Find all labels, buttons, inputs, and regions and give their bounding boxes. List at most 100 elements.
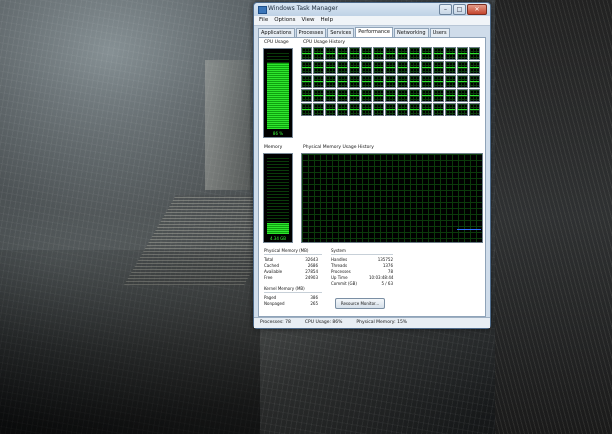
memory-history-line	[457, 229, 481, 230]
cpu-core-history-graph	[469, 75, 480, 88]
close-button[interactable]: ✕	[467, 4, 487, 15]
resource-monitor-button[interactable]: Resource Monitor...	[335, 298, 385, 309]
status-processes: Processes: 78	[260, 320, 291, 325]
cpu-core-history-graph	[337, 89, 348, 102]
cpu-core-history-graph	[397, 89, 408, 102]
stat-label: Free	[264, 275, 273, 280]
cpu-core-history-graph	[325, 47, 336, 60]
cpu-core-history-graph	[385, 47, 396, 60]
memory-meter: 4.34 GB	[263, 153, 293, 243]
status-physical-memory: Physical Memory: 15%	[356, 320, 408, 325]
cpu-core-history-graph	[409, 75, 420, 88]
cpu-core-history-graph	[445, 47, 456, 60]
cpu-core-history-graph	[325, 89, 336, 102]
stat-label: Nonpaged	[264, 301, 285, 306]
menu-view[interactable]: View	[301, 16, 314, 25]
cpu-core-history-graph	[313, 89, 324, 102]
maximize-button[interactable]: □	[453, 4, 466, 15]
stat-label: Total	[264, 257, 274, 262]
system-heading: System	[331, 248, 346, 253]
cpu-core-history-graph	[361, 89, 372, 102]
cpu-history-graphs	[301, 47, 481, 134]
cpu-usage-fill	[267, 63, 289, 129]
cpu-core-history-graph	[457, 61, 468, 74]
cpu-core-history-graph	[337, 103, 348, 116]
title-bar[interactable]: Windows Task Manager – □ ✕	[254, 3, 490, 16]
stat-label: Available	[264, 269, 283, 274]
window-title: Windows Task Manager	[268, 5, 338, 12]
cpu-core-history-graph	[457, 75, 468, 88]
cpu-core-history-graph	[421, 61, 432, 74]
cpu-core-history-graph	[385, 75, 396, 88]
stat-value: 135752	[377, 257, 393, 262]
stat-value: 78	[387, 269, 393, 274]
background-right-area	[495, 0, 612, 434]
menu-bar: File Options View Help	[254, 16, 490, 26]
status-cpu-usage: CPU Usage: 86%	[304, 320, 343, 325]
menu-file[interactable]: File	[259, 16, 268, 25]
stat-value: 386	[310, 295, 318, 300]
cpu-core-history-graph	[433, 61, 444, 74]
cpu-core-history-graph	[397, 47, 408, 60]
stat-value: 24903	[305, 275, 318, 280]
cpu-core-history-graph	[421, 47, 432, 60]
stat-value: 10:03:48:44	[369, 275, 394, 280]
cpu-core-history-graph	[421, 89, 432, 102]
cpu-usage-meter: 86 %	[263, 48, 293, 138]
stat-value: 27854	[305, 269, 318, 274]
cpu-core-history-graph	[433, 47, 444, 60]
stat-label: Processes	[331, 269, 351, 274]
cpu-core-history-graph	[421, 103, 432, 116]
cpu-core-history-graph	[397, 61, 408, 74]
cpu-core-history-graph	[445, 75, 456, 88]
cpu-core-history-graph	[349, 75, 360, 88]
cpu-core-history-graph	[469, 47, 480, 60]
cpu-core-history-graph	[409, 47, 420, 60]
cpu-core-history-graph	[397, 103, 408, 116]
cpu-core-history-graph	[337, 61, 348, 74]
cpu-core-history-graph	[349, 61, 360, 74]
task-manager-window: Windows Task Manager – □ ✕ File Options …	[253, 2, 491, 329]
cpu-core-history-graph	[361, 103, 372, 116]
cpu-core-history-graph	[385, 103, 396, 116]
stat-label: Handles	[331, 257, 348, 262]
minimize-button[interactable]: –	[439, 4, 452, 15]
cpu-core-history-graph	[433, 89, 444, 102]
cpu-core-history-graph	[373, 103, 384, 116]
cpu-core-history-graph	[445, 89, 456, 102]
cpu-core-history-graph	[313, 61, 324, 74]
menu-help[interactable]: Help	[321, 16, 334, 25]
menu-options[interactable]: Options	[274, 16, 295, 25]
cpu-usage-label: CPU Usage	[264, 40, 289, 45]
cpu-core-history-graph	[469, 61, 480, 74]
cpu-core-history-graph	[313, 103, 324, 116]
kernel-memory-heading: Kernel Memory (MB)	[264, 286, 305, 291]
cpu-core-history-graph	[457, 103, 468, 116]
cpu-core-history-graph	[301, 47, 312, 60]
cpu-core-history-graph	[325, 75, 336, 88]
cpu-core-history-graph	[433, 103, 444, 116]
memory-history-graph	[301, 153, 483, 243]
stat-label: Commit (GB)	[331, 281, 357, 286]
cpu-core-history-graph	[409, 103, 420, 116]
cpu-core-history-graph	[457, 47, 468, 60]
background-shadow	[0, 250, 260, 434]
stat-label: Paged	[264, 295, 277, 300]
cpu-core-history-graph	[301, 103, 312, 116]
memory-fill	[267, 223, 289, 234]
cpu-core-history-graph	[397, 75, 408, 88]
cpu-core-history-graph	[301, 89, 312, 102]
cpu-core-history-graph	[313, 47, 324, 60]
status-bar: Processes: 78 CPU Usage: 86% Physical Me…	[254, 317, 490, 328]
stat-label: Threads	[331, 263, 348, 268]
stat-label: Cached	[264, 263, 279, 268]
cpu-core-history-graph	[409, 89, 420, 102]
cpu-core-history-graph	[469, 89, 480, 102]
tab-performance[interactable]: Performance	[355, 27, 393, 37]
stat-value: 32643	[305, 257, 318, 262]
stat-value: 2686	[307, 263, 318, 268]
stat-value: 5 / 63	[381, 281, 393, 286]
cpu-core-history-graph	[445, 61, 456, 74]
cpu-core-history-graph	[361, 61, 372, 74]
cpu-history-label: CPU Usage History	[303, 40, 346, 45]
